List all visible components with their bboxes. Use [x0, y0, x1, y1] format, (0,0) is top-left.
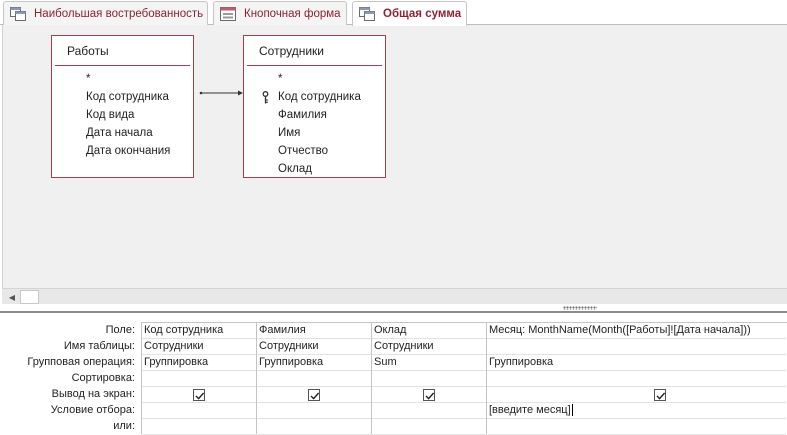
sort-cell[interactable]	[142, 371, 256, 387]
key-icon	[262, 91, 269, 104]
tab-label: Общая сумма	[383, 8, 462, 20]
row-label-criteria: Условие отбора:	[50, 404, 135, 416]
field-label: Код сотрудника	[278, 91, 361, 103]
text-cursor	[571, 404, 573, 417]
field-list: * Код сотрудника Код вида Дата начала Да…	[52, 66, 193, 160]
sort-cell[interactable]	[487, 371, 786, 387]
total-cell[interactable]: Группировка	[257, 355, 371, 371]
row-label-total: Групповая операция:	[27, 356, 135, 368]
table-works[interactable]: Работы * Код сотрудника Код вида Дата на…	[51, 35, 194, 178]
form-icon	[220, 6, 236, 21]
tab-button-form[interactable]: Кнопочная форма	[213, 1, 347, 25]
field-cell[interactable]: Код сотрудника	[142, 323, 256, 339]
field-cell[interactable]: Оклад	[372, 323, 486, 339]
show-checkbox[interactable]	[423, 388, 435, 401]
total-cell[interactable]: Sum	[372, 355, 486, 371]
field-cell[interactable]: Фамилия	[257, 323, 371, 339]
table-cell[interactable]: Сотрудники	[257, 339, 371, 355]
query-design-area[interactable]: Работы * Код сотрудника Код вида Дата на…	[2, 25, 787, 288]
grid-row-labels: Поле: Имя таблицы: Групповая операция: С…	[0, 322, 140, 434]
query-icon	[10, 6, 26, 21]
sort-cell[interactable]	[372, 371, 486, 387]
table-cell[interactable]: Сотрудники	[142, 339, 256, 355]
table-title[interactable]: Сотрудники	[247, 36, 382, 66]
relationship-join-line[interactable]	[194, 88, 244, 98]
grid-column[interactable]: Код сотрудника Сотрудники Группировка	[142, 323, 257, 435]
scrollbar-thumb[interactable]	[20, 290, 39, 304]
field-list: * Код сотрудника Фамилия Имя Отчество Ок…	[244, 66, 385, 178]
field-item[interactable]: Код вида	[52, 106, 193, 124]
grid-column[interactable]: Месяц: MonthName(Month([Работы]![Дата на…	[487, 323, 786, 435]
field-item[interactable]: *	[52, 70, 193, 88]
row-label-table: Имя таблицы:	[63, 340, 135, 352]
field-cell[interactable]: Месяц: MonthName(Month([Работы]![Дата на…	[487, 323, 786, 339]
criteria-cell[interactable]	[142, 403, 256, 419]
show-checkbox[interactable]	[308, 388, 320, 401]
scroll-left-arrow-icon[interactable]: ◀	[5, 291, 19, 303]
field-item[interactable]: Отчество	[244, 142, 385, 160]
pane-splitter[interactable]	[0, 305, 787, 313]
grid-columns: Код сотрудника Сотрудники Группировка Фа…	[141, 322, 787, 435]
row-label-field: Поле:	[105, 324, 135, 336]
checkmark-icon	[425, 392, 435, 400]
criteria-cell[interactable]: [введите месяц]	[487, 403, 786, 419]
tab-total-sum[interactable]: Общая сумма	[352, 1, 467, 26]
criteria-text: [введите месяц]	[489, 404, 571, 416]
field-item[interactable]: *	[244, 70, 385, 88]
show-checkbox[interactable]	[193, 388, 205, 401]
field-item[interactable]: Оклад	[244, 160, 385, 178]
table-title[interactable]: Работы	[55, 36, 190, 66]
sort-cell[interactable]	[257, 371, 371, 387]
field-item-key[interactable]: Код сотрудника	[244, 88, 385, 106]
query-icon	[359, 7, 375, 21]
total-cell[interactable]: Группировка	[487, 355, 786, 371]
field-item[interactable]: Дата начала	[52, 124, 193, 142]
table-cell[interactable]	[487, 339, 786, 355]
row-label-or: или:	[113, 420, 135, 432]
row-label-sort: Сортировка:	[71, 372, 135, 384]
field-item[interactable]: Фамилия	[244, 106, 385, 124]
horizontal-scrollbar[interactable]: ◀	[2, 288, 787, 304]
grid-column[interactable]: Оклад Сотрудники Sum	[372, 323, 487, 435]
tab-label: Кнопочная форма	[244, 7, 341, 20]
row-label-show: Вывод на экран:	[51, 388, 135, 400]
grid-column[interactable]: Фамилия Сотрудники Группировка	[257, 323, 372, 435]
tab-most-demanded[interactable]: Наибольшая востребованность	[3, 1, 208, 25]
splitter-grip-icon[interactable]	[563, 306, 597, 310]
show-cell[interactable]	[257, 387, 371, 403]
criteria-cell[interactable]	[372, 403, 486, 419]
document-tab-strip: Наибольшая востребованность Кнопочная фо…	[0, 0, 787, 26]
show-checkbox[interactable]	[654, 388, 666, 401]
show-cell[interactable]	[372, 387, 486, 403]
table-employees[interactable]: Сотрудники * Код сотрудника Фамилия Имя …	[243, 35, 386, 178]
query-design-grid: Поле: Имя таблицы: Групповая операция: С…	[0, 313, 787, 435]
checkmark-icon	[310, 392, 320, 400]
show-cell[interactable]	[487, 387, 786, 403]
field-item[interactable]: Дата окончания	[52, 142, 193, 160]
total-cell[interactable]: Группировка	[142, 355, 256, 371]
criteria-cell[interactable]	[257, 403, 371, 419]
checkmark-icon	[656, 392, 666, 400]
field-item[interactable]: Код сотрудника	[52, 88, 193, 106]
field-item[interactable]: Имя	[244, 124, 385, 142]
show-cell[interactable]	[142, 387, 256, 403]
tab-label: Наибольшая востребованность	[34, 7, 204, 20]
table-cell[interactable]: Сотрудники	[372, 339, 486, 355]
checkmark-icon	[195, 392, 205, 400]
